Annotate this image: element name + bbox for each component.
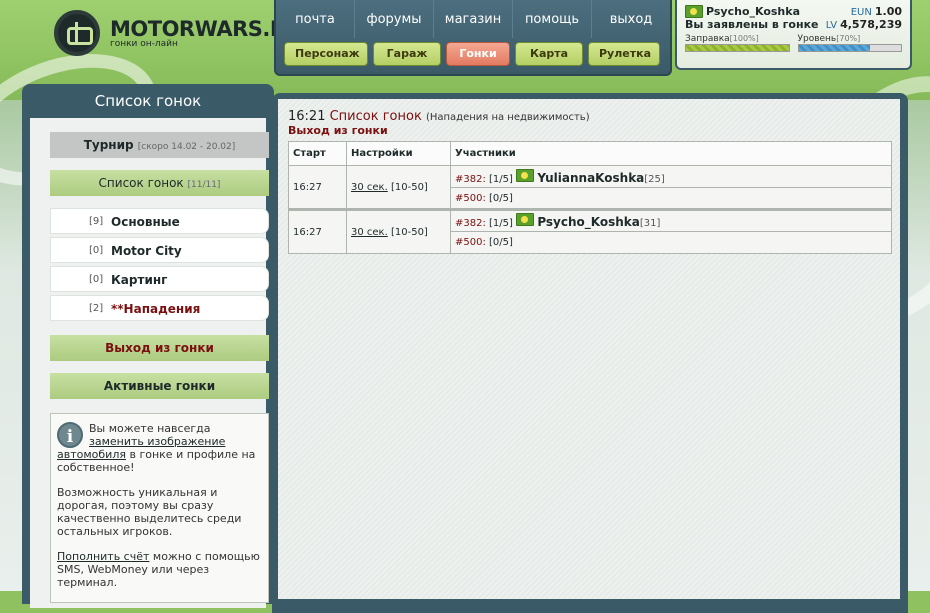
nav-button-garage[interactable]: Гараж (373, 42, 441, 66)
nav-link-shop[interactable]: магазин (434, 0, 513, 38)
race-start-time: 16:27 (288, 165, 347, 210)
race-table: Старт Настройки Участники 16:27 30 сек. … (288, 141, 892, 254)
top-up-account-link[interactable]: Пополнить счёт (57, 550, 149, 563)
racer-name[interactable]: YuliannaKoshka (537, 171, 644, 185)
main-heading: 16:21 Список гонок (Нападения на недвижи… (288, 109, 890, 124)
race-settings: 30 сек. [10-50] (346, 165, 451, 210)
sidebar-info-box: i Вы можете навсегда заменить изображени… (50, 413, 269, 603)
site-logo[interactable]: MOTORWARS.RU гонки он-лайн (54, 10, 303, 56)
flag-icon (516, 213, 535, 226)
flag-icon (685, 5, 703, 18)
sidebar-title: Список гонок (94, 92, 202, 110)
nav-button-map[interactable]: Карта (515, 42, 583, 66)
race-duration-link[interactable]: 30 сек. (351, 182, 388, 193)
sidebar-category-motor-city[interactable]: [0] Motor City (50, 237, 269, 263)
sidebar-category-karting[interactable]: [0] Картинг (50, 266, 269, 292)
logo-mark-icon (54, 10, 100, 56)
nav-link-help[interactable]: помощь (513, 0, 592, 38)
current-time: 16:21 (288, 109, 326, 124)
sidebar-tournament[interactable]: Турнир [скоро 14.02 - 20.02] (50, 132, 269, 158)
lv-balance: LV 4,578,239 (825, 18, 902, 31)
table-row: 16:27 30 сек. [10-50] #382: [1/5] Psycho… (288, 208, 892, 254)
fuel-meter: Заправка[100%] (685, 34, 790, 52)
exit-race-link[interactable]: Выход из гонки (288, 124, 890, 137)
user-name[interactable]: Psycho_Koshka (685, 5, 800, 18)
column-header-settings: Настройки (346, 141, 451, 166)
sidebar: Список гонок Турнир [скоро 14.02 - 20.02… (22, 84, 274, 608)
nav-link-logout[interactable]: выход (592, 0, 670, 38)
race-slot[interactable]: #382: [1/5] Psycho_Koshka[31] (450, 208, 892, 232)
nav-button-roulette[interactable]: Рулетка (588, 42, 660, 66)
race-start-time: 16:27 (288, 208, 347, 254)
race-slot[interactable]: #500: [0/5] (450, 231, 892, 254)
sidebar-category-main[interactable]: [9] Основные (50, 208, 269, 234)
eun-balance: EUN 1.00 (850, 5, 902, 18)
main-panel: 16:21 Список гонок (Нападения на недвижи… (272, 93, 908, 613)
race-category-note: (Нападения на недвижимость) (425, 112, 590, 123)
racer-name[interactable]: Psycho_Koshka (537, 215, 640, 229)
nav-link-forums[interactable]: форумы (355, 0, 434, 38)
race-status: Вы заявлены в гонке (685, 18, 819, 31)
race-slot[interactable]: #500: [0/5] (450, 187, 892, 210)
level-bar-fill (798, 45, 871, 51)
race-slot[interactable]: #382: [1/5] YuliannaKoshka[25] (450, 165, 892, 188)
level-meter: Уровень[70%] (797, 34, 902, 52)
sidebar-category-attacks[interactable]: [2] **Нападения (50, 295, 269, 321)
fuel-bar-fill (686, 45, 789, 51)
user-panel: Psycho_Koshka EUN 1.00 Вы заявлены в гонк… (675, 0, 912, 70)
race-settings: 30 сек. [10-50] (346, 208, 451, 254)
top-navigation: почта форумы магазин помощь выход Персон… (274, 0, 672, 76)
table-row: 16:27 30 сек. [10-50] #382: [1/5] Yulian… (288, 165, 892, 210)
column-header-start: Старт (288, 141, 347, 166)
sidebar-exit-race[interactable]: Выход из гонки (50, 335, 269, 361)
race-duration-link[interactable]: 30 сек. (351, 227, 388, 238)
info-icon: i (57, 422, 83, 448)
flag-icon (516, 168, 535, 182)
sidebar-active-races[interactable]: Активные гонки (50, 373, 269, 399)
nav-button-races[interactable]: Гонки (446, 42, 510, 66)
page-title: Список гонок (329, 109, 422, 124)
nav-button-character[interactable]: Персонаж (284, 42, 368, 66)
sidebar-race-list[interactable]: Список гонок [11/11] (50, 170, 269, 196)
column-header-participants: Участники (450, 141, 892, 166)
nav-link-mail[interactable]: почта (276, 0, 355, 38)
